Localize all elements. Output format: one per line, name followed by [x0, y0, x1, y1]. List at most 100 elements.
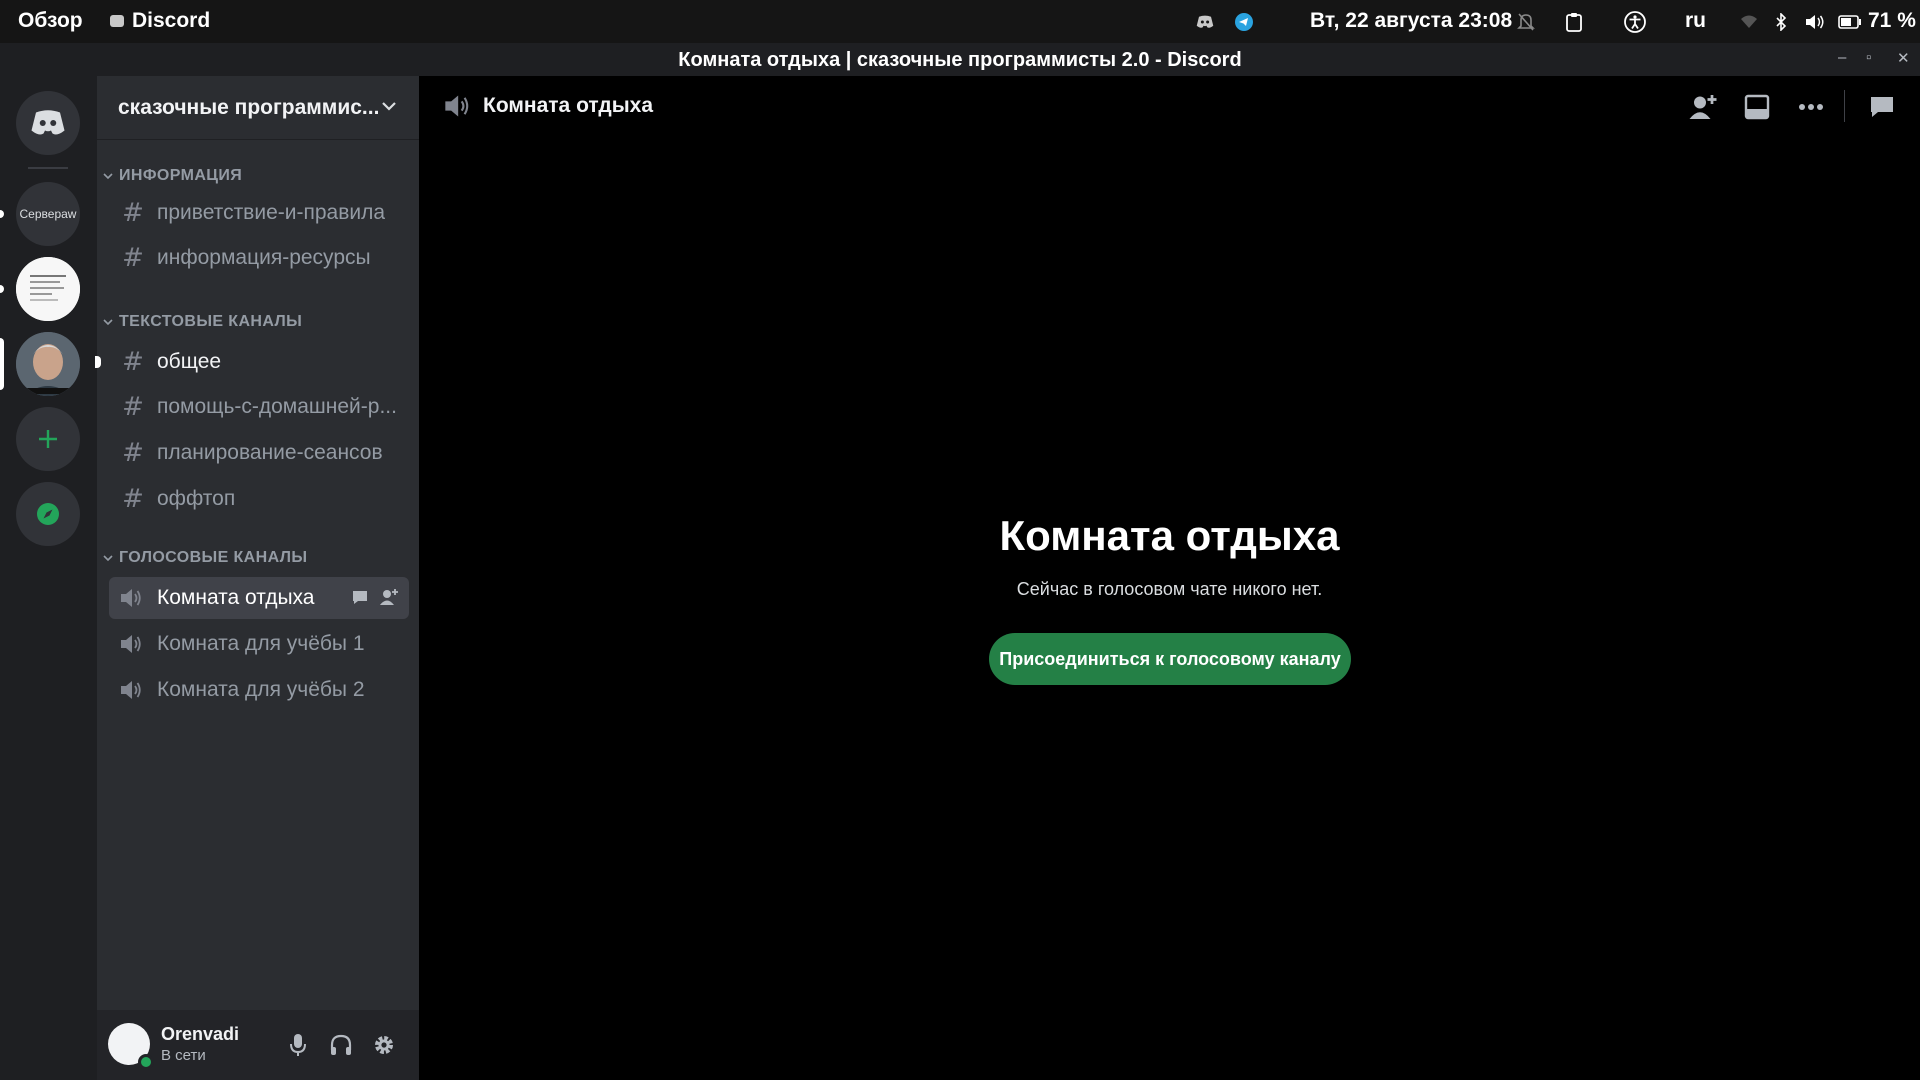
category-information[interactable]: ИНФОРМАЦИЯ — [103, 167, 242, 185]
chevron-down-icon — [103, 319, 113, 326]
chevron-down-icon — [382, 102, 396, 111]
voice-channel-lounge[interactable]: Комната отдыха — [109, 577, 409, 619]
channel-rules[interactable]: # приветствие-и-правила — [109, 192, 409, 234]
server-avatar-icon — [16, 332, 80, 396]
category-label: ИНФОРМАЦИЯ — [119, 167, 243, 184]
keyboard-layout[interactable]: ru — [1685, 9, 1706, 33]
channel-actions — [351, 588, 399, 606]
app-menu[interactable]: Discord — [110, 9, 210, 33]
selected-server-indicator — [0, 338, 4, 390]
voice-empty-message: Сейчас в голосовом чате никого нет. — [1016, 579, 1323, 599]
server-icon-skazochnye[interactable] — [16, 332, 80, 396]
channel-session-planning[interactable]: # планирование-сеансов — [109, 432, 409, 474]
speaker-icon — [119, 633, 147, 655]
category-label: ГОЛОСОВЫЕ КАНАЛЫ — [119, 549, 308, 566]
hash-icon: # — [122, 243, 144, 273]
hash-icon: # — [122, 438, 144, 468]
chevron-down-icon — [103, 555, 113, 562]
channel-label: помощь-с-домашней-р... — [157, 395, 397, 418]
server-thumbnail-icon — [16, 257, 80, 321]
inbox-icon — [1744, 94, 1770, 120]
telegram-tray-icon[interactable] — [1235, 0, 1253, 43]
accessibility-icon[interactable] — [1623, 0, 1647, 43]
channel-label: Комната для учёбы 1 — [157, 632, 365, 655]
join-voice-button[interactable]: Присоединиться к голосовому каналу — [989, 633, 1351, 685]
channel-header: Комната отдыха — [419, 76, 1920, 136]
clock[interactable]: Вт, 22 августа 23:08 — [1310, 9, 1512, 33]
home-button[interactable] — [16, 91, 80, 155]
user-status: В сети — [161, 1047, 206, 1064]
unread-indicator — [0, 285, 4, 293]
channel-label: приветствие-и-правила — [157, 201, 386, 224]
server-folder-label: Серверaw — [19, 207, 77, 221]
invite-button[interactable] — [1687, 91, 1719, 123]
volume-icon[interactable] — [1805, 0, 1825, 43]
channel-label: Комната отдыха — [157, 586, 315, 609]
channel-sidebar: сказочные программис... ИНФОРМАЦИЯ # при… — [95, 76, 419, 1080]
username[interactable]: Orenvadi — [161, 1024, 239, 1045]
channel-resources[interactable]: # информация-ресурсы — [109, 237, 409, 279]
rail-separator — [28, 167, 68, 169]
add-server-button[interactable] — [16, 407, 80, 471]
battery-icon[interactable] — [1838, 0, 1862, 43]
chevron-down-icon — [103, 173, 113, 180]
mute-button[interactable] — [285, 1032, 311, 1058]
open-chat-icon[interactable] — [351, 588, 369, 606]
category-voice-channels[interactable]: ГОЛОСОВЫЕ КАНАЛЫ — [103, 549, 307, 567]
channel-general[interactable]: # общее — [109, 341, 409, 383]
explore-servers-button[interactable] — [16, 482, 80, 546]
activities-button[interactable]: Обзор — [18, 9, 83, 33]
server-icon-document[interactable] — [16, 257, 80, 321]
deafen-button[interactable] — [328, 1032, 354, 1058]
invite-icon[interactable] — [379, 588, 399, 606]
clipboard-icon[interactable] — [1565, 0, 1583, 43]
speaker-icon — [119, 679, 147, 701]
maximize-button[interactable]: ▫ — [1866, 49, 1871, 66]
unread-indicator — [0, 210, 4, 218]
channel-label: Комната для учёбы 2 — [157, 678, 365, 701]
headphones-icon — [330, 1034, 352, 1055]
voice-channel-study-2[interactable]: Комната для учёбы 2 — [109, 669, 409, 711]
voice-channel-study-1[interactable]: Комната для учёбы 1 — [109, 623, 409, 665]
main-content: Комната отдыха Комната отдыха Сейчас в г… — [419, 76, 1920, 1080]
channel-label: информация-ресурсы — [157, 246, 371, 269]
gear-icon — [375, 1036, 393, 1054]
speaker-icon — [119, 587, 147, 609]
channel-label: планирование-сеансов — [157, 441, 383, 464]
window-titlebar[interactable]: Комната отдыха | сказочные программисты … — [0, 43, 1920, 76]
hash-icon: # — [122, 392, 144, 422]
notifications-muted-icon[interactable] — [1517, 0, 1535, 43]
window-title: Комната отдыха | сказочные программисты … — [678, 49, 1242, 71]
server-folder[interactable]: Серверaw — [16, 182, 80, 246]
channel-offtopic[interactable]: # оффтоп — [109, 478, 409, 520]
header-channel-name: Комната отдыха — [483, 94, 653, 117]
speaker-icon — [445, 95, 469, 117]
microphone-icon — [290, 1034, 306, 1056]
hash-icon: # — [122, 198, 144, 228]
channel-label: общее — [157, 350, 222, 373]
more-options-button[interactable] — [1795, 91, 1827, 123]
show-chat-button[interactable] — [1866, 91, 1898, 123]
channel-homework-help[interactable]: # помощь-с-домашней-р... — [109, 386, 409, 428]
battery-percent: 71 % — [1868, 9, 1916, 32]
channel-label: оффтоп — [157, 487, 236, 510]
more-icon — [1799, 104, 1823, 110]
bluetooth-icon[interactable] — [1775, 0, 1787, 43]
user-settings-button[interactable] — [371, 1032, 397, 1058]
add-person-icon — [1689, 95, 1717, 119]
minimize-button[interactable]: – — [1838, 49, 1846, 66]
header-divider — [1844, 90, 1845, 122]
app-menu-label: Discord — [132, 9, 211, 32]
hash-icon: # — [122, 347, 144, 377]
category-text-channels[interactable]: ТЕКСТОВЫЕ КАНАЛЫ — [103, 313, 302, 331]
compass-icon — [37, 503, 59, 525]
online-status-icon — [138, 1054, 154, 1070]
discord-app-icon — [110, 15, 124, 27]
system-top-bar: Обзор Discord Вт, 22 августа 23:08 ru 71… — [0, 0, 1920, 43]
chat-icon — [1871, 97, 1893, 117]
guild-header[interactable]: сказочные программис... — [97, 76, 419, 140]
discord-tray-icon[interactable] — [1196, 0, 1214, 43]
wifi-icon[interactable] — [1740, 0, 1758, 43]
close-button[interactable]: ✕ — [1897, 49, 1910, 67]
popout-button[interactable] — [1741, 91, 1773, 123]
